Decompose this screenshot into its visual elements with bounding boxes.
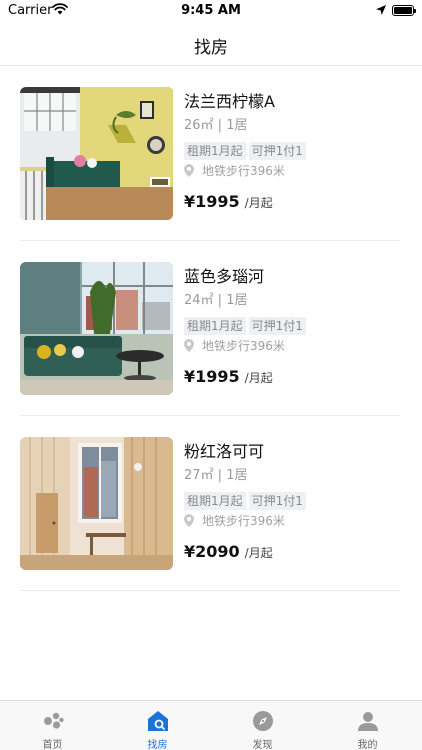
listing-spec: 24㎡ | 1居 bbox=[184, 293, 248, 308]
listing-distance: 地铁步行396米 bbox=[184, 163, 404, 179]
listing-title: 法兰西柠檬A bbox=[184, 92, 275, 111]
tab-find-house[interactable]: 找房 bbox=[105, 701, 210, 750]
tab-home[interactable]: 首页 bbox=[0, 701, 105, 750]
distance-text: 地铁步行396米 bbox=[202, 514, 285, 528]
listing-price: ¥1995 bbox=[184, 367, 240, 386]
listing-layout: 1居 bbox=[226, 293, 248, 308]
divider bbox=[20, 590, 400, 591]
listing-tags: 租期1月起 可押1付1 bbox=[184, 140, 404, 160]
battery-icon bbox=[392, 5, 416, 16]
tag-lease-term: 租期1月起 bbox=[184, 317, 246, 335]
map-pin-icon bbox=[184, 164, 194, 181]
tab-mine[interactable]: 我的 bbox=[315, 701, 420, 750]
home-dots-icon bbox=[41, 709, 65, 733]
tab-bar: 首页 找房 发现 我的 bbox=[0, 700, 422, 750]
person-icon bbox=[356, 709, 380, 733]
listing-price: ¥1995 bbox=[184, 192, 240, 211]
listing-spec: 26㎡ | 1居 bbox=[184, 118, 248, 133]
listing-tags: 租期1月起 可押1付1 bbox=[184, 315, 404, 335]
tab-label: 我的 bbox=[357, 740, 378, 750]
listing-spec: 27㎡ | 1居 bbox=[184, 468, 248, 483]
listing-title: 粉红洛可可 bbox=[184, 442, 265, 461]
price-unit: /月起 bbox=[244, 546, 273, 560]
listing-area: 24㎡ bbox=[184, 293, 214, 308]
listing-title: 蓝色多瑙河 bbox=[184, 267, 265, 286]
listing-layout: 1居 bbox=[226, 118, 248, 133]
listing-price: ¥2090 bbox=[184, 542, 240, 561]
price-row: ¥1995/月起 bbox=[184, 192, 404, 214]
map-pin-icon bbox=[184, 514, 194, 531]
listing-card[interactable]: 粉红洛可可 27㎡ | 1居 租期1月起 可押1付1 地铁步行396米 ¥2090… bbox=[0, 416, 422, 591]
listing-distance: 地铁步行396米 bbox=[184, 338, 404, 354]
listing-card[interactable]: 蓝色多瑙河 24㎡ | 1居 租期1月起 可押1付1 地铁步行396米 ¥1995… bbox=[0, 241, 422, 416]
tab-label: 找房 bbox=[147, 740, 168, 750]
listing-photo[interactable] bbox=[20, 262, 173, 395]
tag-deposit: 可押1付1 bbox=[248, 492, 306, 510]
listing-tags: 租期1月起 可押1付1 bbox=[184, 490, 404, 510]
listing-distance: 地铁步行396米 bbox=[184, 513, 404, 529]
tag-lease-term: 租期1月起 bbox=[184, 492, 246, 510]
clock: 9:45 AM bbox=[181, 3, 241, 18]
app-screen: Carrier 9:45 AM 找房 法兰西柠檬A 26㎡ | 1居 租期1月起… bbox=[0, 0, 422, 750]
listing-card[interactable]: 法兰西柠檬A 26㎡ | 1居 租期1月起 可押1付1 地铁步行396米 ¥199… bbox=[0, 66, 422, 241]
listing-photo[interactable] bbox=[20, 87, 173, 220]
tab-discover[interactable]: 发现 bbox=[210, 701, 315, 750]
tag-deposit: 可押1付1 bbox=[248, 317, 306, 335]
price-row: ¥1995/月起 bbox=[184, 367, 404, 389]
map-pin-icon bbox=[184, 339, 194, 356]
distance-text: 地铁步行396米 bbox=[202, 164, 285, 178]
listing-area: 27㎡ bbox=[184, 468, 214, 483]
listing-info: 法兰西柠檬A 26㎡ | 1居 租期1月起 可押1付1 地铁步行396米 ¥199… bbox=[184, 92, 404, 214]
tab-label: 发现 bbox=[252, 740, 273, 750]
location-arrow-icon bbox=[376, 4, 386, 19]
status-bar: Carrier 9:45 AM bbox=[0, 0, 422, 22]
tab-label: 首页 bbox=[42, 740, 63, 750]
navigation-bar: 找房 bbox=[0, 22, 422, 66]
tag-deposit: 可押1付1 bbox=[248, 142, 306, 160]
price-unit: /月起 bbox=[244, 371, 273, 385]
listing-info: 粉红洛可可 27㎡ | 1居 租期1月起 可押1付1 地铁步行396米 ¥2090… bbox=[184, 442, 404, 564]
tag-lease-term: 租期1月起 bbox=[184, 142, 246, 160]
listing-layout: 1居 bbox=[226, 468, 248, 483]
listing-photo[interactable] bbox=[20, 437, 173, 570]
compass-icon bbox=[251, 709, 275, 733]
listing-area: 26㎡ bbox=[184, 118, 214, 133]
price-row: ¥2090/月起 bbox=[184, 542, 404, 564]
listing-list[interactable]: 法兰西柠檬A 26㎡ | 1居 租期1月起 可押1付1 地铁步行396米 ¥199… bbox=[0, 66, 422, 591]
listing-info: 蓝色多瑙河 24㎡ | 1居 租期1月起 可押1付1 地铁步行396米 ¥1995… bbox=[184, 267, 404, 389]
page-title: 找房 bbox=[194, 38, 228, 58]
price-unit: /月起 bbox=[244, 196, 273, 210]
distance-text: 地铁步行396米 bbox=[202, 339, 285, 353]
house-search-icon bbox=[146, 709, 170, 733]
